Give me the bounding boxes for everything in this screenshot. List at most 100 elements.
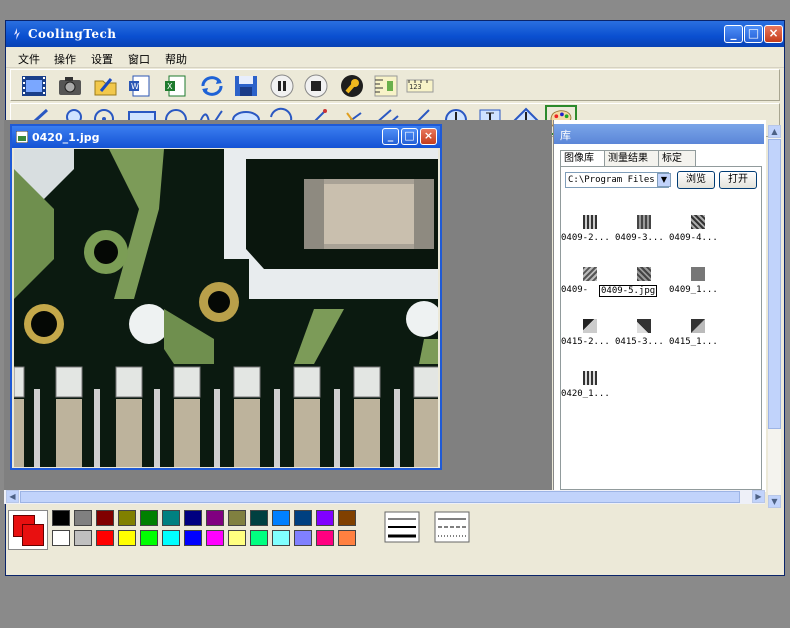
tab-image-library[interactable]: 图像库 [560,150,606,167]
image-maximize-button[interactable]: □ [401,128,418,145]
color-palette [4,506,776,552]
color-swatch[interactable] [250,530,268,546]
save-icon[interactable] [231,73,261,99]
thumbnail-label: 0409-2... [561,233,610,243]
film-icon[interactable] [19,73,49,99]
maximize-button[interactable]: □ [744,25,763,43]
color-swatch[interactable] [250,510,268,526]
menu-file[interactable]: 文件 [18,51,40,67]
thumbnail-label: 0415-3... [615,337,664,347]
color-swatch[interactable] [294,530,312,546]
color-swatch[interactable] [140,530,158,546]
color-swatch[interactable] [228,530,246,546]
color-swatch[interactable] [74,530,92,546]
thumbnail-item[interactable]: 0420_1... [561,371,621,411]
vertical-scrollbar[interactable]: ▲ ▼ [768,125,781,508]
image-window-titlebar[interactable]: 0420_1.jpg _ □ × [12,126,440,148]
thumbnail-image [691,267,705,281]
color-swatch[interactable] [52,530,70,546]
wrench-icon[interactable] [337,73,367,99]
workspace: 0420_1.jpg _ □ × [4,120,552,492]
thumbnail-item[interactable]: 0409_1... [669,267,729,307]
color-swatch[interactable] [184,530,202,546]
library-title: 库 [560,129,571,142]
thumbnail-image [583,215,597,229]
color-swatch[interactable] [338,530,356,546]
color-swatch[interactable] [272,530,290,546]
path-field[interactable]: C:\Program Files [565,172,669,188]
color-swatch[interactable] [162,530,180,546]
color-swatch[interactable] [228,510,246,526]
menu-help[interactable]: 帮助 [165,51,187,67]
thumbnail-label: 0409-4... [669,233,718,243]
color-swatch[interactable] [162,510,180,526]
color-swatch[interactable] [338,510,356,526]
close-button[interactable]: × [764,25,783,43]
thumbnail-item-selected[interactable]: 0409-5.jpg [599,267,675,307]
image-window: 0420_1.jpg _ □ × [10,124,442,470]
color-swatch[interactable] [316,510,334,526]
pause-icon[interactable] [267,73,297,99]
color-swatch[interactable] [52,510,70,526]
thumbnail-item[interactable]: 0409-3... [615,215,675,255]
color-swatch[interactable] [118,530,136,546]
thumbnail-item[interactable]: 0415-3... [615,319,675,359]
thumbnail-label: 0409-5.jpg [599,285,658,297]
color-swatch[interactable] [140,510,158,526]
scroll-right-icon[interactable]: ▶ [752,490,765,503]
tab-calibration[interactable]: 标定 [658,150,696,166]
color-swatch[interactable] [184,510,202,526]
thumbnail-image [583,267,597,281]
color-swatch[interactable] [316,530,334,546]
chevron-down-icon[interactable]: ▼ [657,173,671,187]
background-color[interactable] [22,524,44,546]
dash-style-icon[interactable] [434,510,470,544]
image-file-icon [16,131,28,143]
svg-text:X: X [167,82,173,91]
scroll-up-icon[interactable]: ▲ [768,125,781,138]
thumbnail-item[interactable]: 0409-2... [561,215,621,255]
image-close-button[interactable]: × [420,128,437,145]
open-button[interactable]: 打开 [719,171,757,189]
open-folder-icon[interactable] [91,73,121,99]
stop-icon[interactable] [301,73,331,99]
color-swatch[interactable] [118,510,136,526]
menu-operation[interactable]: 操作 [54,51,76,67]
color-swatch[interactable] [294,510,312,526]
menu-settings[interactable]: 设置 [91,51,113,67]
scroll-left-icon[interactable]: ◀ [6,490,19,503]
thumbnail-label: 0409-3... [615,233,664,243]
line-style-icon[interactable] [384,510,420,544]
minimize-button[interactable]: _ [724,25,743,43]
excel-export-icon[interactable]: X [161,73,191,99]
svg-text:123: 123 [409,83,422,91]
title-bar[interactable]: CoolingTech _ □ × [6,21,784,47]
color-swatch[interactable] [96,510,114,526]
image-minimize-button[interactable]: _ [382,128,399,145]
thumbnail-image [637,319,651,333]
thumbnail-item[interactable]: 0409-4... [669,215,729,255]
thumbnail-image [637,215,651,229]
library-titlebar: 库 [554,124,764,144]
color-swatch[interactable] [272,510,290,526]
current-color-box [8,510,48,550]
thumbnail-item[interactable]: 0415_1... [669,319,729,359]
color-swatch[interactable] [206,530,224,546]
color-swatch[interactable] [206,510,224,526]
horizontal-scrollbar[interactable]: ◀ ▶ [4,490,765,504]
thumbnail-item[interactable]: 0415-2... [561,319,621,359]
microscope-image[interactable] [14,149,438,467]
scroll-thumb[interactable] [768,139,781,429]
color-swatch[interactable] [74,510,92,526]
color-swatch[interactable] [96,530,114,546]
word-export-icon[interactable]: W [125,73,155,99]
ruler-icon[interactable] [371,73,401,99]
browse-button[interactable]: 浏览 [677,171,715,189]
camera-icon[interactable] [55,73,85,99]
refresh-icon[interactable] [197,73,227,99]
scale-ruler-icon[interactable]: 123 [405,73,435,99]
thumbnail-image [691,215,705,229]
menu-window[interactable]: 窗口 [128,51,150,67]
scroll-thumb[interactable] [20,491,740,503]
tab-measure-results[interactable]: 测量结果 [604,150,660,166]
